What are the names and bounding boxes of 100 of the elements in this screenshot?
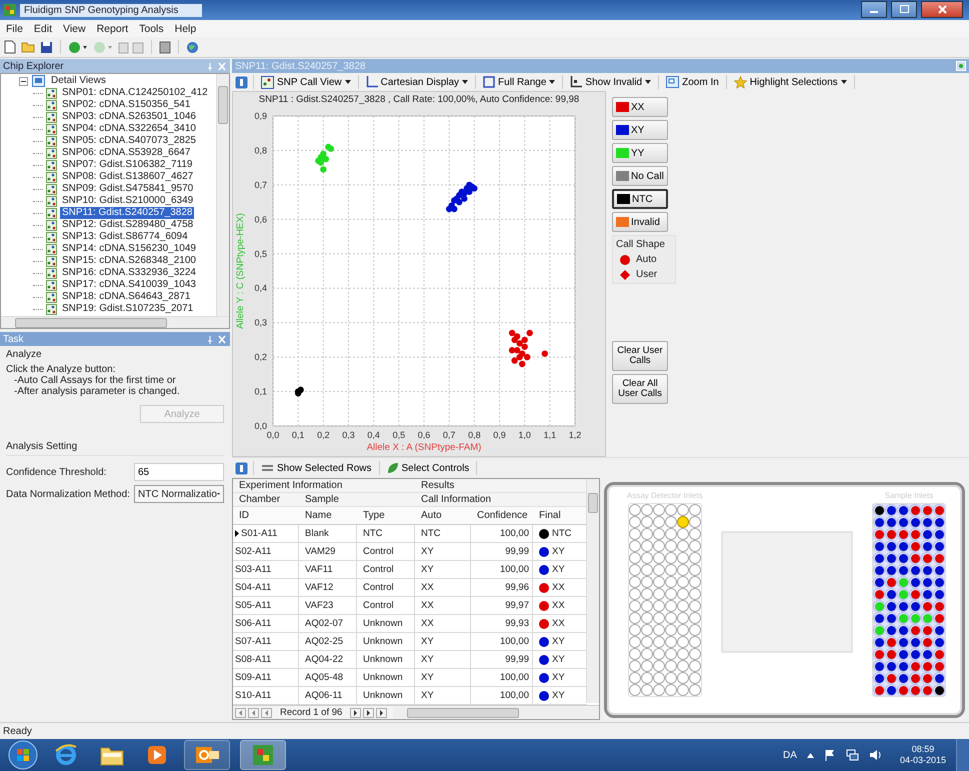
- report-icon[interactable]: [159, 40, 171, 54]
- toolbar-button[interactable]: Full Range: [481, 76, 558, 88]
- help-icon[interactable]: [235, 462, 248, 474]
- tree-item[interactable]: SNP04: cDNA.S322654_3410: [60, 123, 198, 135]
- toolbar-button[interactable]: Highlight Selections: [732, 76, 849, 88]
- network-icon[interactable]: [846, 749, 859, 761]
- genotyping-app-icon[interactable]: [251, 743, 275, 767]
- tree-item[interactable]: SNP18: cDNA.S64643_2871: [60, 291, 192, 303]
- column-header[interactable]: Auto: [415, 507, 471, 524]
- tree-item[interactable]: SNP17: cDNA.S410039_1043: [60, 279, 198, 291]
- maximize-button[interactable]: [891, 0, 917, 18]
- tree-item[interactable]: SNP02: cDNA.S150356_541: [60, 99, 192, 111]
- vertical-scrollbar[interactable]: [216, 74, 229, 316]
- menu-item[interactable]: Report: [96, 22, 128, 34]
- table-cell: AQ04-22: [299, 651, 357, 668]
- scatter-plot-icon: [46, 136, 57, 146]
- tray-up-arrow-icon[interactable]: [806, 752, 814, 758]
- tree-item[interactable]: SNP14: cDNA.S156230_1049: [60, 243, 198, 255]
- input-field[interactable]: 65: [134, 463, 224, 481]
- pin-close-icon[interactable]: [207, 334, 227, 344]
- x-tick-label: 0,8: [468, 430, 481, 440]
- tree-item[interactable]: SNP13: Gdist.S86774_6094: [60, 231, 190, 243]
- tree-item[interactable]: SNP16: cDNA.S332936_3224: [60, 267, 198, 279]
- help-icon[interactable]: [235, 76, 248, 88]
- pin-close-icon[interactable]: [207, 62, 227, 70]
- scatter-plot-icon: [46, 220, 57, 230]
- new-file-icon[interactable]: [4, 40, 16, 54]
- field-label: Data Normalization Method:: [6, 488, 130, 500]
- globe-icon[interactable]: [186, 40, 199, 54]
- column-header[interactable]: Confidence: [471, 507, 533, 524]
- page-icon[interactable]: [118, 40, 144, 54]
- pager-back-icon[interactable]: [235, 708, 246, 718]
- call-filter-button[interactable]: XY: [612, 120, 668, 140]
- tree-item[interactable]: SNP19: Gdist.S107235_2071: [60, 303, 196, 315]
- column-header[interactable]: ID: [233, 507, 299, 524]
- toolbar-button[interactable]: Cartesian Display: [364, 76, 470, 88]
- toolbar-button[interactable]: Show Invalid: [568, 76, 654, 88]
- menu-item[interactable]: Edit: [34, 22, 52, 34]
- collapse-icon[interactable]: [19, 76, 28, 86]
- tree-item[interactable]: SNP01: cDNA.C124250102_412: [60, 87, 210, 99]
- tree-item[interactable]: SNP11: Gdist.S240257_3828: [60, 207, 194, 219]
- chart-corner-icon[interactable]: [956, 61, 966, 71]
- call-filter-button[interactable]: XX: [612, 97, 668, 117]
- call-label: No Call: [631, 170, 664, 182]
- close-button[interactable]: [921, 0, 963, 18]
- call-filter-button[interactable]: YY: [612, 143, 668, 163]
- menu-item[interactable]: File: [6, 22, 23, 34]
- tree-item[interactable]: SNP07: Gdist.S106382_7119: [60, 159, 194, 171]
- pager-back-icon[interactable]: [248, 708, 259, 718]
- toolbar-button[interactable]: Show Selected Rows: [259, 462, 374, 474]
- horizontal-scrollbar[interactable]: [393, 707, 599, 718]
- clock[interactable]: 08:59 04-03-2015: [900, 744, 946, 766]
- tree-item[interactable]: SNP08: Gdist.S138607_4627: [60, 171, 196, 183]
- column-header[interactable]: Final: [533, 507, 587, 524]
- scatter-plot-icon: [46, 256, 57, 266]
- media-player-icon[interactable]: [146, 744, 168, 766]
- circle-icon[interactable]: [93, 40, 113, 54]
- horizontal-scrollbar[interactable]: [1, 316, 229, 328]
- tree-item[interactable]: SNP06: cDNA.S53928_6647: [60, 147, 192, 159]
- toolbar-button[interactable]: Zoom In: [664, 76, 721, 88]
- speaker-icon[interactable]: [868, 749, 882, 761]
- vertical-scrollbar[interactable]: [586, 479, 599, 703]
- group-header: Results: [420, 479, 456, 492]
- minimize-button[interactable]: [861, 0, 887, 18]
- tree-item[interactable]: SNP09: Gdist.S475841_9570: [60, 183, 196, 195]
- call-filter-button[interactable]: No Call: [612, 166, 668, 186]
- menu-item[interactable]: Tools: [139, 22, 164, 34]
- start-button[interactable]: [8, 740, 38, 770]
- column-header[interactable]: Name: [299, 507, 357, 524]
- pager-forward-icon[interactable]: [376, 708, 388, 718]
- column-header[interactable]: Type: [357, 507, 415, 524]
- tree-item[interactable]: Detail Views: [49, 75, 108, 87]
- menu-item[interactable]: View: [63, 22, 86, 34]
- pager-forward-icon[interactable]: [350, 708, 362, 718]
- flag-icon[interactable]: [824, 749, 836, 761]
- table-cell: 99,99: [471, 651, 533, 668]
- pager-forward-icon[interactable]: [363, 708, 374, 718]
- clear-calls-button[interactable]: Clear All User Calls: [612, 374, 668, 404]
- tree-item[interactable]: SNP12: Gdist.S289480_4758: [60, 219, 196, 231]
- call-filter-button[interactable]: NTC: [612, 189, 668, 209]
- normalization-dropdown[interactable]: NTC Normalizatio: [134, 485, 224, 503]
- table-cell-text: S01-A11: [241, 527, 278, 541]
- save-icon[interactable]: [40, 40, 53, 54]
- toolbar-button[interactable]: Select Controls: [384, 462, 472, 474]
- tree-item[interactable]: SNP05: cDNA.S407073_2825: [60, 135, 198, 147]
- table-cell: 99,96: [471, 579, 533, 596]
- pager-back-icon[interactable]: [261, 708, 272, 718]
- show-desktop-button[interactable]: [956, 739, 969, 771]
- table-cell: XY: [415, 543, 471, 560]
- menu-item[interactable]: Help: [174, 22, 196, 34]
- tree-item[interactable]: SNP15: cDNA.S268348_2100: [60, 255, 198, 267]
- run-icon[interactable]: [68, 40, 88, 54]
- call-filter-button[interactable]: Invalid: [612, 212, 668, 232]
- clear-calls-button[interactable]: Clear User Calls: [612, 341, 668, 371]
- table-cell-text: XY: [552, 653, 565, 667]
- toolbar-button[interactable]: SNP Call View: [259, 76, 353, 88]
- browser-icon[interactable]: [54, 743, 78, 767]
- tree-item[interactable]: SNP03: cDNA.S263501_1046: [60, 111, 198, 123]
- tree-item[interactable]: SNP10: Gdist.S210000_6349: [60, 195, 196, 207]
- language-indicator[interactable]: DA: [783, 750, 797, 760]
